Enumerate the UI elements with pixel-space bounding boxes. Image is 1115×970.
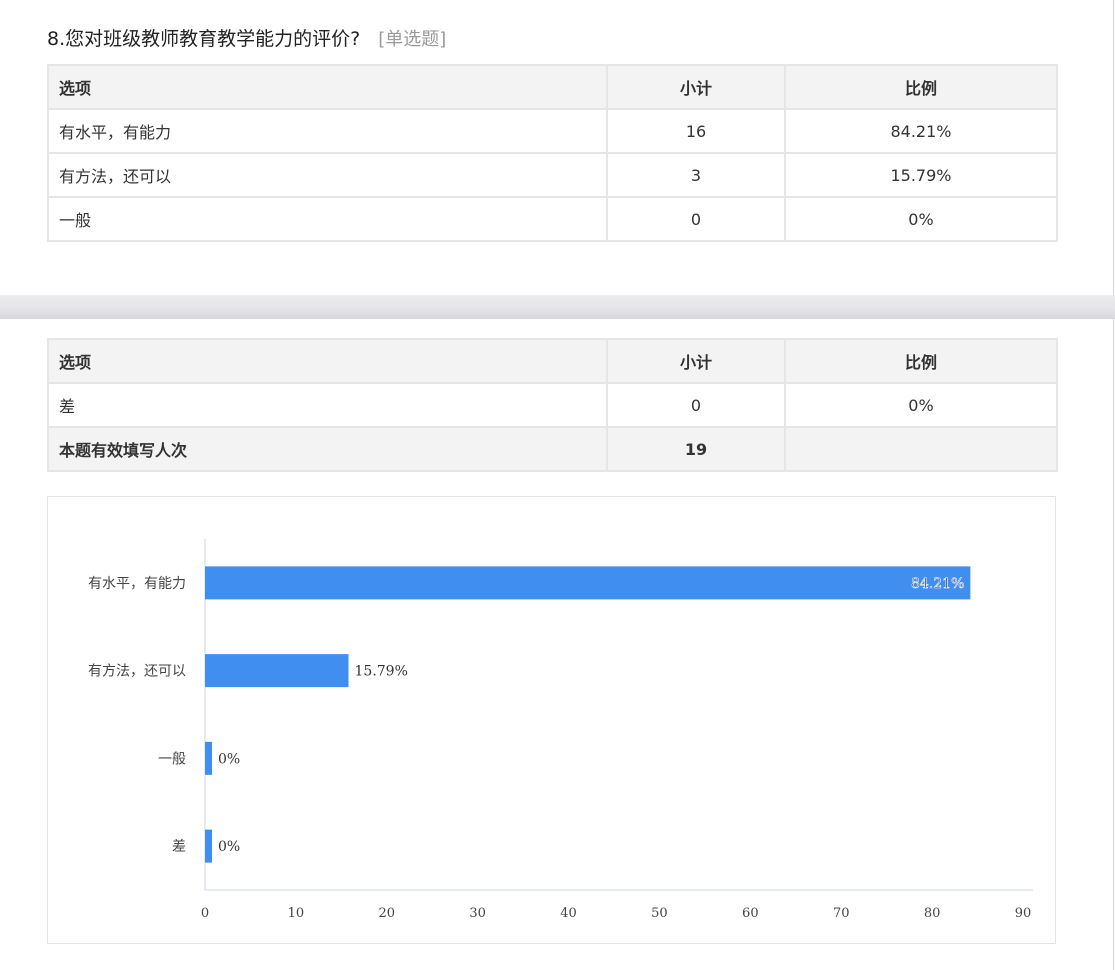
bar bbox=[205, 566, 971, 600]
header-ratio: 比例 bbox=[784, 338, 1058, 384]
x-tick-label: 70 bbox=[833, 906, 850, 921]
row-ratio: 0% bbox=[784, 382, 1058, 428]
bar-value-label: 15.79% bbox=[355, 664, 408, 680]
y-category-label: 一般 bbox=[158, 751, 186, 767]
x-tick-label: 10 bbox=[288, 906, 305, 921]
table-row: 差 0 0% bbox=[47, 382, 1058, 428]
header-option: 选项 bbox=[47, 338, 608, 384]
summary-row: 本题有效填写人次 19 bbox=[47, 426, 1058, 472]
bar-value-label: 84.21% bbox=[911, 576, 964, 592]
x-tick-label: 50 bbox=[651, 906, 668, 921]
x-tick-label: 0 bbox=[201, 906, 209, 921]
row-ratio: 15.79% bbox=[784, 152, 1058, 198]
bar-value-label: 0% bbox=[218, 839, 240, 855]
header-count: 小计 bbox=[606, 338, 786, 384]
table-row: 有方法，还可以 3 15.79% bbox=[47, 152, 1058, 198]
y-category-label: 有方法，还可以 bbox=[88, 664, 186, 680]
x-tick-label: 60 bbox=[742, 906, 759, 921]
question-type-label: [单选题] bbox=[378, 29, 447, 50]
page: 8.您对班级教师教育教学能力的评价? [单选题] 选项 小计 比例 有水平，有能力… bbox=[0, 0, 1115, 970]
header-count: 小计 bbox=[606, 64, 786, 110]
bar bbox=[205, 829, 212, 863]
row-option: 有方法，还可以 bbox=[47, 152, 608, 198]
stats-table-top: 选项 小计 比例 有水平，有能力 16 84.21% 有方法，还可以 3 15.… bbox=[47, 64, 1058, 242]
row-count: 0 bbox=[606, 196, 786, 242]
table-row: 一般 0 0% bbox=[47, 196, 1058, 242]
row-option: 差 bbox=[47, 382, 608, 428]
y-category-label: 差 bbox=[172, 839, 186, 855]
row-option: 有水平，有能力 bbox=[47, 108, 608, 154]
x-tick-label: 30 bbox=[469, 906, 486, 921]
page-break-gap bbox=[0, 295, 1115, 319]
question-title: 8.您对班级教师教育教学能力的评价? [单选题] bbox=[47, 24, 446, 51]
bar-value-label: 0% bbox=[218, 751, 240, 767]
x-tick-label: 80 bbox=[924, 906, 941, 921]
row-option: 一般 bbox=[47, 196, 608, 242]
x-tick-label: 40 bbox=[560, 906, 577, 921]
row-count: 3 bbox=[606, 152, 786, 198]
bar-chart: 0 10 20 30 40 50 60 70 80 90 有水平，有能力 84.21% 有方法，还可以 1… bbox=[88, 539, 1033, 921]
summary-label: 本题有效填写人次 bbox=[47, 426, 608, 472]
summary-ratio bbox=[784, 426, 1058, 472]
row-count: 0 bbox=[606, 382, 786, 428]
y-category-label: 有水平，有能力 bbox=[88, 576, 186, 592]
bar-chart-container: 0 10 20 30 40 50 60 70 80 90 有水平，有能力 84.21% 有方法，还可以 1… bbox=[47, 496, 1056, 944]
x-tick-label: 90 bbox=[1015, 906, 1032, 921]
table-header-row: 选项 小计 比例 bbox=[47, 64, 1058, 110]
summary-count: 19 bbox=[606, 426, 786, 472]
question-card-top: 8.您对班级教师教育教学能力的评价? [单选题] 选项 小计 比例 有水平，有能力… bbox=[0, 0, 1114, 295]
x-tick-label: 20 bbox=[379, 906, 396, 921]
header-option: 选项 bbox=[47, 64, 608, 110]
row-ratio: 0% bbox=[784, 196, 1058, 242]
row-ratio: 84.21% bbox=[784, 108, 1058, 154]
table-row: 有水平，有能力 16 84.21% bbox=[47, 108, 1058, 154]
header-ratio: 比例 bbox=[784, 64, 1058, 110]
question-text: 8.您对班级教师教育教学能力的评价? bbox=[47, 28, 361, 50]
stats-table-bottom: 选项 小计 比例 差 0 0% 本题有效填写人次 19 bbox=[47, 338, 1058, 472]
row-count: 16 bbox=[606, 108, 786, 154]
table-header-row: 选项 小计 比例 bbox=[47, 338, 1058, 384]
bar bbox=[205, 741, 212, 775]
bar bbox=[205, 654, 349, 688]
